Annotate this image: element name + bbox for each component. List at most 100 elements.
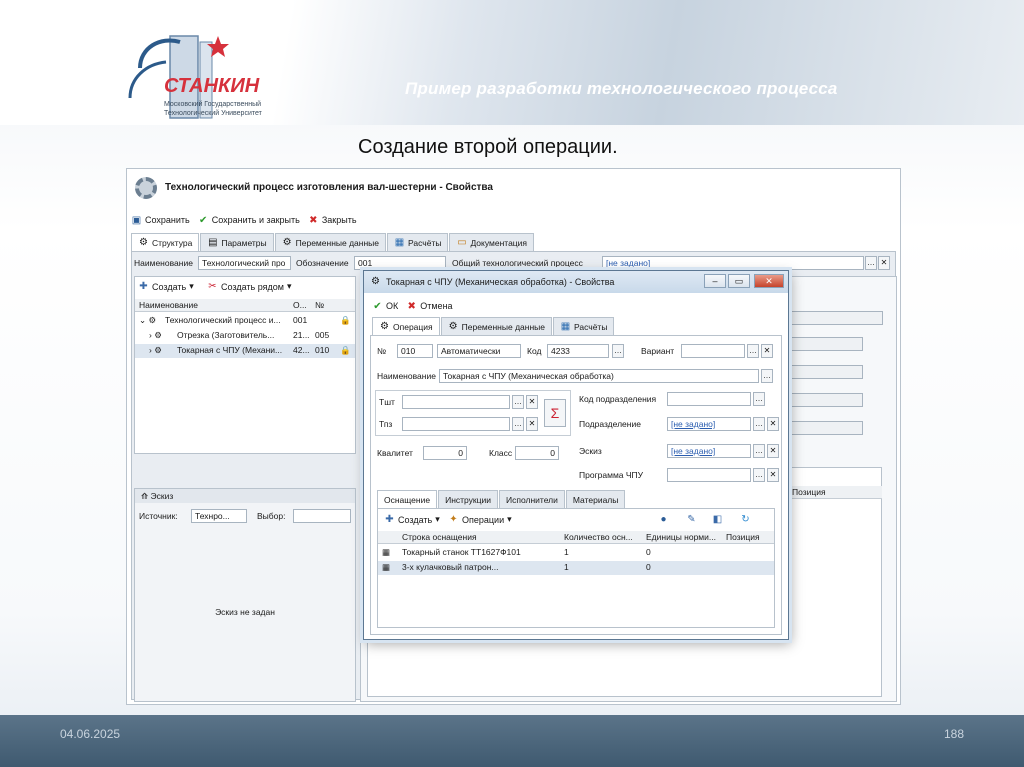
tab-operation[interactable]: ⚙ Операция xyxy=(372,317,440,335)
refresh-icon[interactable]: ↻ xyxy=(740,514,751,525)
tab-documentation[interactable]: ▭ Документация xyxy=(449,233,535,251)
more-button[interactable]: … xyxy=(612,344,624,358)
operation-tab-content: № 010 Автоматически Код 4233 … Вариант …… xyxy=(370,335,782,635)
general-process-field[interactable]: [не задано] xyxy=(602,256,864,270)
create-button[interactable]: ✚ Создать ▾ xyxy=(138,281,193,292)
close-window-button[interactable]: ✕ xyxy=(754,274,784,288)
source-select[interactable]: Технро... xyxy=(191,509,247,523)
more-button[interactable]: … xyxy=(761,369,773,383)
more-button[interactable]: … xyxy=(747,344,759,358)
more-button[interactable]: … xyxy=(753,392,765,406)
clear-button[interactable]: ✕ xyxy=(767,444,779,458)
kvalitet-field[interactable]: 0 xyxy=(423,446,467,460)
clear-button[interactable]: ✕ xyxy=(878,256,890,270)
document-icon: ▭ xyxy=(457,237,467,248)
tab-instructions[interactable]: Инструкции xyxy=(438,490,498,508)
slide-page-number: 188 xyxy=(943,727,964,741)
tab-calculations[interactable]: ▦ Расчёты xyxy=(553,317,615,335)
clear-button[interactable]: ✕ xyxy=(761,344,773,358)
calculator-icon: ▦ xyxy=(560,321,571,332)
tree-node-icon: › ⚙ xyxy=(149,330,162,340)
gear-icon xyxy=(135,177,157,199)
tab-executors[interactable]: Исполнители xyxy=(499,490,565,508)
bg-field xyxy=(791,311,883,325)
equipment-tabs: Оснащение Инструкции Исполнители Материа… xyxy=(377,490,626,508)
maximize-button[interactable]: ▭ xyxy=(728,274,750,288)
sigma-button[interactable]: Σ xyxy=(544,399,566,427)
class-field[interactable]: 0 xyxy=(515,446,559,460)
number-field[interactable]: 010 xyxy=(397,344,433,358)
tab-variable-data[interactable]: ⚙ Переменные данные xyxy=(440,317,552,335)
save-close-button[interactable]: ✔ Сохранить и закрыть xyxy=(198,215,300,226)
clear-button[interactable]: ✕ xyxy=(767,468,779,482)
operations-button[interactable]: ✦ Операции ▾ xyxy=(448,514,511,525)
wand-icon: ✦ xyxy=(449,514,458,525)
more-button[interactable]: … xyxy=(512,395,524,409)
tree-row[interactable]: › ⚙ Отрезка (Заготовитель... 21... 005 xyxy=(135,329,355,343)
name-field[interactable]: Технологический про xyxy=(198,256,291,270)
code-field[interactable]: 4233 xyxy=(547,344,609,358)
tree-row-selected[interactable]: › ⚙ Токарная с ЧПУ (Механи... 42... 010 … xyxy=(135,344,355,358)
tab-variable-data[interactable]: ⚙ Переменные данные xyxy=(274,233,387,251)
minimize-button[interactable]: – xyxy=(704,274,726,288)
bg-field xyxy=(781,393,863,407)
save-button[interactable]: ▣ Сохранить xyxy=(131,215,190,226)
clear-button[interactable]: ✕ xyxy=(526,395,538,409)
close-button[interactable]: ✖ Закрыть xyxy=(308,214,356,226)
svg-text:Московский Государственный: Московский Государственный xyxy=(164,100,261,108)
slide-header: СТАНКИН Московский Государственный Техно… xyxy=(0,0,1024,125)
tree-node-icon: ⌄ ⚙ xyxy=(139,315,157,325)
auto-select[interactable]: Автоматически xyxy=(437,344,521,358)
clear-button[interactable]: ✕ xyxy=(526,417,538,431)
variant-select[interactable] xyxy=(681,344,745,358)
select-dropdown[interactable] xyxy=(293,509,351,523)
tab-parameters[interactable]: ▤ Параметры xyxy=(200,233,274,251)
tree-node-icon: › ⚙ xyxy=(149,345,162,355)
list-icon: ▤ xyxy=(208,237,218,248)
tab-materials[interactable]: Материалы xyxy=(565,490,626,508)
tab-equipment[interactable]: Оснащение xyxy=(377,490,438,508)
more-button[interactable]: … xyxy=(753,444,765,458)
more-button[interactable]: … xyxy=(512,417,524,431)
more-button[interactable]: … xyxy=(865,256,877,270)
add-icon: ✚ xyxy=(139,281,148,292)
tree-row[interactable]: ⌄ ⚙ Технологический процесс и... 001 🔒 xyxy=(135,314,355,328)
sketch-field[interactable]: [не задано] xyxy=(667,444,751,458)
create-button[interactable]: ✚ Создать ▾ xyxy=(384,514,439,525)
cancel-button[interactable]: ✖ Отмена xyxy=(406,301,453,312)
operation-properties-dialog: ⚙ Токарная с ЧПУ (Механическая обработка… xyxy=(363,270,789,640)
dept-code-select[interactable] xyxy=(667,392,751,406)
designation-field[interactable]: 001 xyxy=(354,256,446,270)
dialog-tabs: ⚙ Операция ⚙ Переменные данные ▦ Расчёты xyxy=(372,317,615,335)
dept-field[interactable]: [не задано] xyxy=(667,417,751,431)
close-icon: ✖ xyxy=(309,214,318,226)
calculator-icon: ▦ xyxy=(394,237,405,248)
collapse-icon[interactable]: ⟰ xyxy=(141,491,148,501)
more-button[interactable]: … xyxy=(753,468,765,482)
machine-icon: ▦ xyxy=(382,547,391,557)
tab-calculations[interactable]: ▦ Расчёты xyxy=(387,233,449,251)
gear-icon: ⚙ xyxy=(380,321,389,332)
lock-icon: 🔒 xyxy=(340,315,351,325)
tpz-field[interactable] xyxy=(402,417,510,431)
tree-panel: ✚ Создать ▾ ✂ Создать рядом ▾ Наименование… xyxy=(134,276,356,454)
view-icon[interactable]: ◧ xyxy=(712,514,723,525)
more-button[interactable]: … xyxy=(753,417,765,431)
equipment-row-selected[interactable]: ▦ 3-х кулачковый патрон... 1 0 xyxy=(378,561,774,575)
slide-footer: 04.06.2025 188 xyxy=(0,715,1024,767)
clear-button[interactable]: ✕ xyxy=(767,417,779,431)
ok-button[interactable]: ✔ ОК xyxy=(372,301,398,312)
operation-name-field[interactable]: Токарная с ЧПУ (Механическая обработка) xyxy=(439,369,759,383)
tab-structure[interactable]: ⚙ Структура xyxy=(131,233,200,251)
dialog-titlebar: ⚙ Токарная с ЧПУ (Механическая обработка… xyxy=(364,271,788,293)
main-toolbar: ▣ Сохранить ✔ Сохранить и закрыть ✖ Закрыть xyxy=(131,211,357,229)
equipment-row[interactable]: ▦ Токарный станок ТТ1627Ф101 1 0 xyxy=(378,546,774,560)
create-near-button[interactable]: ✂ Создать рядом ▾ xyxy=(207,281,291,292)
logo-text: СТАНКИН xyxy=(164,75,260,97)
program-select[interactable] xyxy=(667,468,751,482)
tools-icon: ✂ xyxy=(208,281,217,292)
user-icon[interactable]: ● xyxy=(658,514,669,525)
bg-field xyxy=(781,365,863,379)
tsht-field[interactable] xyxy=(402,395,510,409)
edit-icon[interactable]: ✎ xyxy=(686,514,697,525)
